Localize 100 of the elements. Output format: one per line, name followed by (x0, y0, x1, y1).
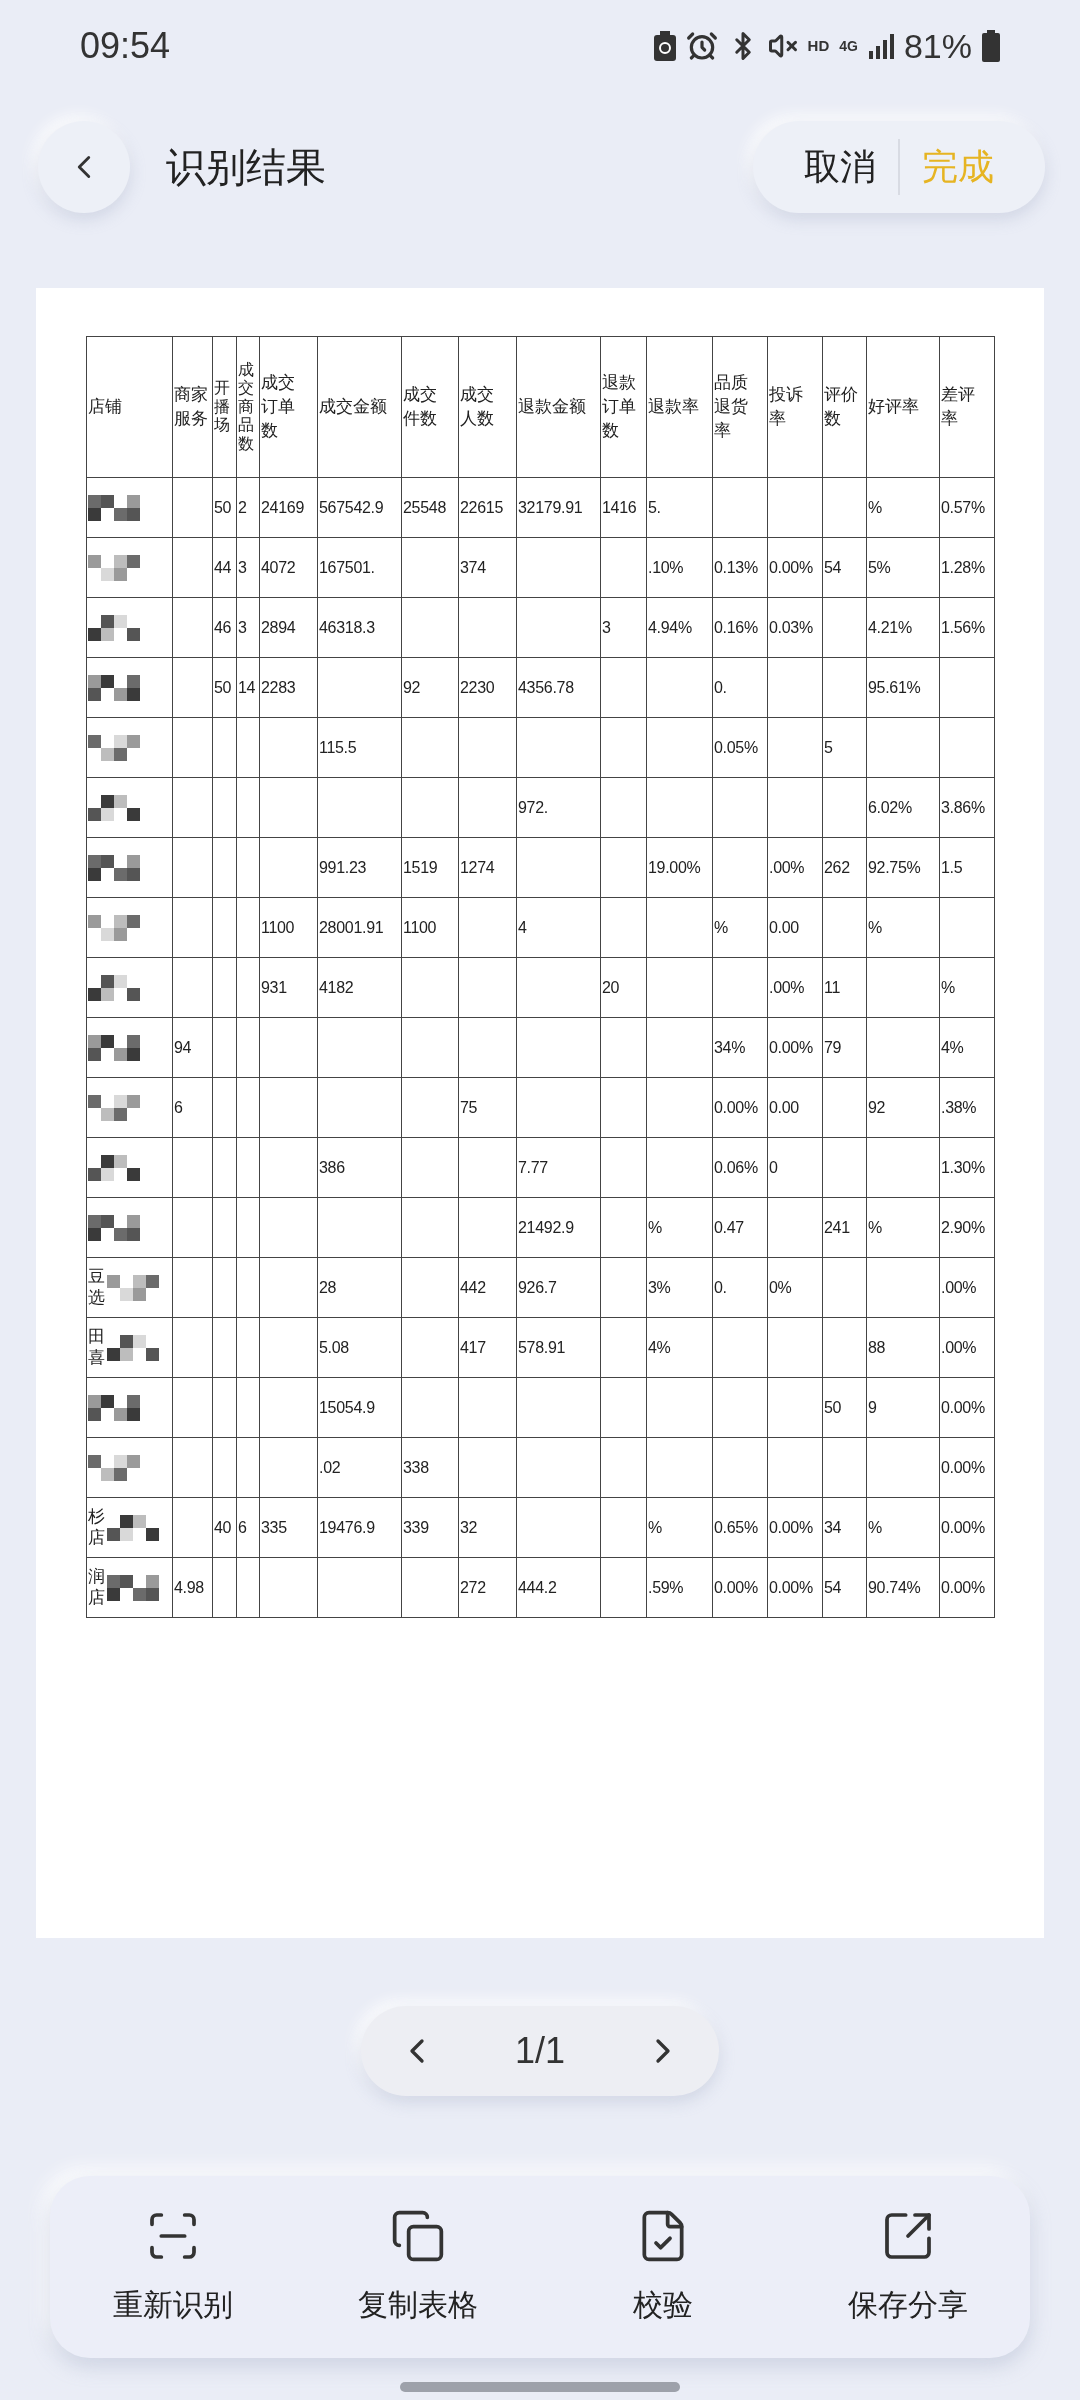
table-cell (459, 958, 517, 1018)
table-cell (768, 1198, 823, 1258)
store-name: 豆选 (88, 1267, 105, 1308)
table-cell: 578.91 (517, 1318, 601, 1378)
table-cell (601, 1078, 647, 1138)
table-cell (237, 1018, 260, 1078)
table-cell (459, 1138, 517, 1198)
table-cell (601, 778, 647, 838)
table-cell (459, 598, 517, 658)
table-cell: 926.7 (517, 1258, 601, 1318)
table-cell: 0.00% (940, 1558, 995, 1618)
toolbar-button[interactable]: 校验 (540, 2207, 785, 2327)
table-cell: 92.75% (867, 838, 940, 898)
table-cell: 0.03% (768, 598, 823, 658)
table-cell: 79 (823, 1018, 867, 1078)
table-cell (213, 838, 237, 898)
table-cell (213, 1198, 237, 1258)
table-cell: 3 (237, 538, 260, 598)
table-cell: 40 (213, 1498, 237, 1558)
table-cell: 4.94% (647, 598, 713, 658)
table-cell: 0.00% (713, 1558, 768, 1618)
pixelated-redaction (107, 1274, 159, 1301)
table-cell: 4.98 (173, 1558, 213, 1618)
table-cell (647, 1438, 713, 1498)
table-cell: % (867, 1498, 940, 1558)
battery-icon (982, 30, 1000, 62)
table-cell: 11 (823, 958, 867, 1018)
table-cell (940, 718, 995, 778)
table-cell (713, 1318, 768, 1378)
table-cell (237, 718, 260, 778)
table-cell (940, 658, 995, 718)
table-cell: 0.16% (713, 598, 768, 658)
table-cell: 0.00% (940, 1498, 995, 1558)
column-header: 好评率 (867, 337, 940, 478)
toolbar-button[interactable]: 保存分享 (785, 2207, 1030, 2327)
table-cell: 4.21% (867, 598, 940, 658)
table-cell: 34 (823, 1498, 867, 1558)
page-indicator: 1/1 (514, 2029, 565, 2073)
table-cell: 1519 (402, 838, 459, 898)
table-cell (237, 1558, 260, 1618)
table-cell: 386 (318, 1138, 402, 1198)
column-header: 成交件数 (402, 337, 459, 478)
table-cell: 0 (768, 1138, 823, 1198)
pixelated-redaction (107, 1574, 159, 1601)
cancel-button[interactable]: 取消 (804, 140, 876, 194)
pixelated-redaction (88, 1094, 140, 1121)
table-cell: .59% (647, 1558, 713, 1618)
table-cell (768, 478, 823, 538)
table-cell (402, 778, 459, 838)
table-cell (237, 1078, 260, 1138)
table-cell (260, 1138, 318, 1198)
table-cell (823, 898, 867, 958)
table-cell (601, 1258, 647, 1318)
table-cell (601, 718, 647, 778)
table-cell (402, 538, 459, 598)
table-cell (213, 958, 237, 1018)
table-cell (647, 778, 713, 838)
table-cell (213, 1378, 237, 1438)
table-cell (823, 1258, 867, 1318)
table-cell: 972. (517, 778, 601, 838)
table-cell (459, 1438, 517, 1498)
table-cell: 0. (713, 658, 768, 718)
table-cell: % (647, 1498, 713, 1558)
table-cell (823, 478, 867, 538)
table-cell: 3 (601, 598, 647, 658)
toolbar-button[interactable]: 重新识别 (50, 2207, 295, 2327)
column-header: 评价数 (823, 337, 867, 478)
table-cell: 14 (237, 658, 260, 718)
table-cell: 1.28% (940, 538, 995, 598)
table-cell: .00% (768, 958, 823, 1018)
table-cell (213, 898, 237, 958)
table-cell (237, 1318, 260, 1378)
pixelated-redaction (107, 1334, 159, 1361)
table-cell: 25548 (402, 478, 459, 538)
table-cell (402, 1258, 459, 1318)
table-cell: 28001.91 (318, 898, 402, 958)
table-cell: 2.90% (940, 1198, 995, 1258)
table-cell: 6.02% (867, 778, 940, 838)
table-cell (601, 1558, 647, 1618)
table-cell (260, 1018, 318, 1078)
table-cell (823, 1438, 867, 1498)
table-cell: 28 (318, 1258, 402, 1318)
table-cell (213, 718, 237, 778)
table-cell: 339 (402, 1498, 459, 1558)
table-cell: 2894 (260, 598, 318, 658)
table-cell: 9 (867, 1378, 940, 1438)
column-header: 商家服务 (173, 337, 213, 478)
table-cell: 2 (237, 478, 260, 538)
table-cell: 3% (647, 1258, 713, 1318)
table-cell: 46318.3 (318, 598, 402, 658)
table-cell (601, 1498, 647, 1558)
table-cell (402, 598, 459, 658)
table-cell (237, 898, 260, 958)
table-cell: 5.08 (318, 1318, 402, 1378)
toolbar-button[interactable]: 复制表格 (295, 2207, 540, 2327)
table-cell: 2230 (459, 658, 517, 718)
table-cell (601, 1378, 647, 1438)
table-cell: 50 (213, 478, 237, 538)
table-cell (402, 1318, 459, 1378)
table-cell: 19.00% (647, 838, 713, 898)
